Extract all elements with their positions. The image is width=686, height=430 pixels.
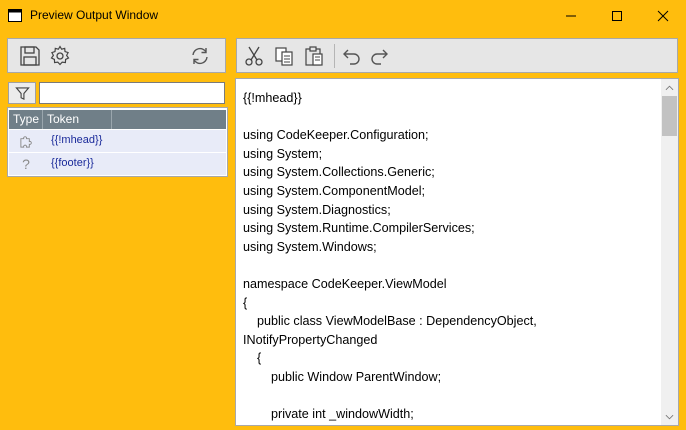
close-icon <box>657 10 669 22</box>
settings-button[interactable] <box>48 44 72 68</box>
editor-text[interactable]: {{!mhead}} using CodeKeeper.Configuratio… <box>243 89 663 424</box>
scroll-down-icon[interactable] <box>661 408 678 425</box>
question-icon: ? <box>22 156 30 172</box>
redo-button[interactable] <box>368 44 392 68</box>
copy-icon <box>275 47 293 66</box>
left-toolbar <box>7 38 226 73</box>
undo-button[interactable] <box>339 44 363 68</box>
title-bar: Preview Output Window <box>0 0 686 32</box>
filter-button[interactable] <box>8 82 36 104</box>
puzzle-icon <box>18 133 34 149</box>
copy-button[interactable] <box>272 44 296 68</box>
maximize-icon <box>612 11 622 21</box>
paste-button[interactable] <box>302 44 326 68</box>
minimize-icon <box>566 15 576 17</box>
token-cell: {{footer}} <box>51 157 94 169</box>
minimize-button[interactable] <box>548 0 594 32</box>
code-editor[interactable]: {{!mhead}} using CodeKeeper.Configuratio… <box>235 78 679 426</box>
close-button[interactable] <box>640 0 686 32</box>
filter-input[interactable] <box>39 82 225 104</box>
cut-button[interactable] <box>242 44 266 68</box>
filter-icon <box>14 86 30 100</box>
window-app-icon <box>8 9 22 22</box>
editor-toolbar <box>236 38 678 73</box>
column-header-token[interactable]: Token <box>43 110 112 129</box>
scroll-up-icon[interactable] <box>661 79 678 96</box>
table-row[interactable]: ? {{footer}} <box>9 153 226 175</box>
vertical-scrollbar[interactable] <box>661 79 678 425</box>
token-cell: {{!mhead}} <box>51 134 103 146</box>
token-grid: Type Token {{!mhead}} ? {{footer}} <box>7 107 228 177</box>
redo-icon <box>371 49 388 65</box>
scrollbar-thumb[interactable] <box>662 96 677 136</box>
column-header-type[interactable]: Type <box>9 110 43 129</box>
maximize-button[interactable] <box>594 0 640 32</box>
save-icon <box>20 46 40 66</box>
undo-icon <box>343 49 360 65</box>
toolbar-separator <box>334 44 335 68</box>
save-button[interactable] <box>18 44 42 68</box>
paste-icon <box>305 46 323 66</box>
grid-header: Type Token <box>9 110 226 129</box>
refresh-icon <box>192 47 208 65</box>
window-title: Preview Output Window <box>30 8 159 22</box>
settings-icon <box>50 45 70 66</box>
cut-icon <box>245 46 263 66</box>
table-row[interactable]: {{!mhead}} <box>9 130 226 152</box>
refresh-button[interactable] <box>188 44 212 68</box>
